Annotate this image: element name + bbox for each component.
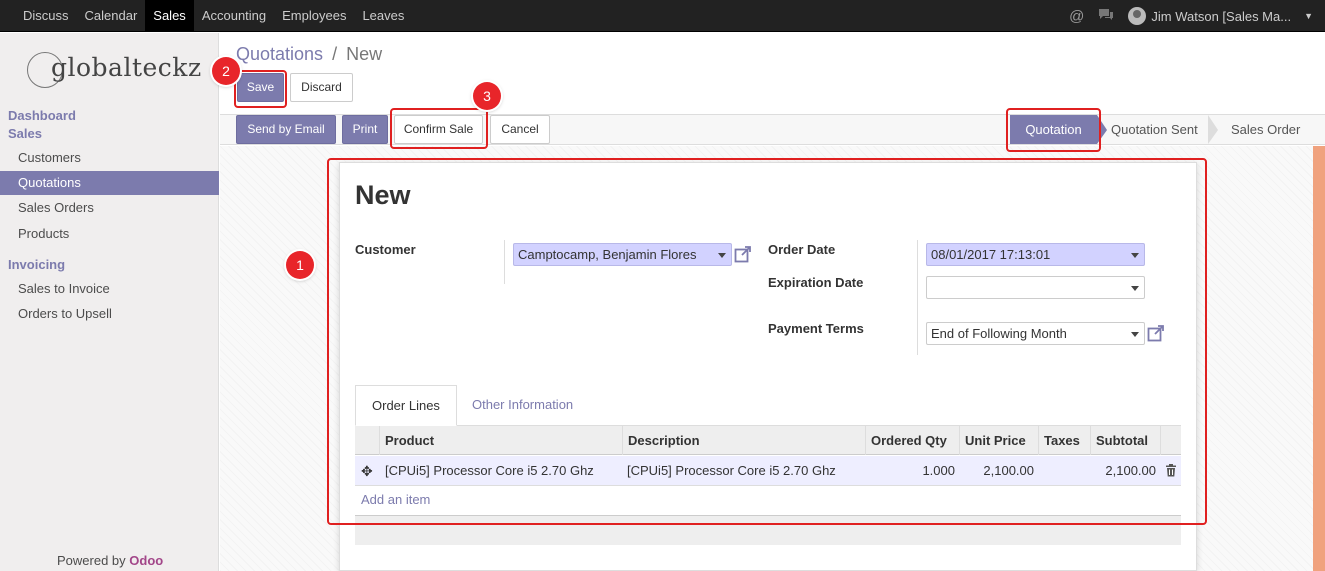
customer-value: Camptocamp, Benjamin Flores xyxy=(518,247,697,262)
sidebar-section-invoicing: Invoicing xyxy=(8,257,66,272)
user-menu[interactable]: Jim Watson [Sales Ma... ▼ xyxy=(1128,7,1313,25)
row-subtotal[interactable]: 2,100.00 xyxy=(1090,456,1156,486)
tab-other-information[interactable]: Other Information xyxy=(456,385,589,426)
breadcrumb: Quotations / New xyxy=(236,44,383,64)
sidebar: globalteckz Dashboard Sales Customers Qu… xyxy=(0,33,219,571)
annotation-badge-1: 1 xyxy=(286,251,314,279)
dropdown-caret-icon xyxy=(1131,253,1139,258)
payment-terms-label: Payment Terms xyxy=(768,321,864,336)
company-logo: globalteckz xyxy=(27,50,201,90)
confirm-sale-button[interactable]: Confirm Sale xyxy=(394,115,483,144)
cancel-button[interactable]: Cancel xyxy=(490,115,550,144)
order-date-value: 08/01/2017 17:13:01 xyxy=(931,247,1051,262)
col-unit-price[interactable]: Unit Price xyxy=(959,426,1038,455)
sidebar-item-quotations[interactable]: Quotations xyxy=(0,171,219,195)
order-date-label: Order Date xyxy=(768,242,836,257)
payment-terms-field[interactable]: End of Following Month xyxy=(926,322,1145,345)
annotation-badge-2: 2 xyxy=(212,57,240,85)
col-taxes[interactable]: Taxes xyxy=(1038,426,1090,455)
sidebar-item-products[interactable]: Products xyxy=(0,222,219,246)
stage-quotation-sent[interactable]: Quotation Sent xyxy=(1111,115,1211,144)
discard-button[interactable]: Discard xyxy=(290,73,353,102)
send-by-email-button[interactable]: Send by Email xyxy=(236,115,336,144)
menu-discuss[interactable]: Discuss xyxy=(15,0,77,32)
sidebar-item-customers[interactable]: Customers xyxy=(0,146,219,170)
scrollbar[interactable] xyxy=(1313,146,1325,571)
sidebar-item-sales-to-invoice[interactable]: Sales to Invoice xyxy=(0,277,219,301)
col-description[interactable]: Description xyxy=(622,426,865,455)
dropdown-caret-icon xyxy=(1131,332,1139,337)
row-product[interactable]: [CPUi5] Processor Core i5 2.70 Ghz xyxy=(385,456,594,486)
breadcrumb-quotations[interactable]: Quotations xyxy=(236,44,323,64)
at-mention-icon[interactable]: @ xyxy=(1069,8,1084,25)
menu-calendar[interactable]: Calendar xyxy=(77,0,146,32)
sidebar-section-sales: Sales xyxy=(8,126,42,141)
row-qty[interactable]: 1.000 xyxy=(865,456,955,486)
sidebar-item-sales-orders[interactable]: Sales Orders xyxy=(0,196,219,220)
powered-by: Powered by Odoo xyxy=(57,553,164,568)
menu-employees[interactable]: Employees xyxy=(274,0,354,32)
chat-icon[interactable] xyxy=(1098,8,1114,25)
stage-arrow xyxy=(1097,115,1107,144)
row-description[interactable]: [CPUi5] Processor Core i5 2.70 Ghz xyxy=(627,456,836,486)
row-taxes[interactable] xyxy=(1038,456,1088,486)
stage-sales-order[interactable]: Sales Order xyxy=(1231,115,1311,144)
customer-label: Customer xyxy=(355,242,416,257)
col-ordered-qty[interactable]: Ordered Qty xyxy=(865,426,959,455)
annotation-badge-3: 3 xyxy=(473,82,501,110)
sidebar-item-orders-to-upsell[interactable]: Orders to Upsell xyxy=(0,302,219,326)
user-name: Jim Watson [Sales Ma... xyxy=(1151,8,1292,24)
menu-leaves[interactable]: Leaves xyxy=(354,0,412,32)
order-date-field[interactable]: 08/01/2017 17:13:01 xyxy=(926,243,1145,266)
breadcrumb-current: New xyxy=(346,44,383,64)
odoo-link[interactable]: Odoo xyxy=(129,553,163,568)
col-product[interactable]: Product xyxy=(379,426,622,455)
customer-field[interactable]: Camptocamp, Benjamin Flores xyxy=(513,243,732,266)
row-unit-price[interactable]: 2,100.00 xyxy=(959,456,1034,486)
form-sheet xyxy=(339,162,1197,571)
external-link-icon[interactable] xyxy=(1147,324,1165,342)
avatar xyxy=(1128,7,1147,25)
stage-arrow xyxy=(1208,115,1218,144)
logo-text: globalteckz xyxy=(51,53,202,82)
page-title: New xyxy=(355,180,411,210)
print-button[interactable]: Print xyxy=(342,115,388,144)
menu-sales[interactable]: Sales xyxy=(145,0,194,32)
save-button[interactable]: Save xyxy=(237,73,284,102)
top-navbar: Discuss Calendar Sales Accounting Employ… xyxy=(0,0,1325,32)
external-link-icon[interactable] xyxy=(734,245,752,263)
expiration-date-label: Expiration Date xyxy=(768,275,864,290)
dropdown-caret-icon xyxy=(718,253,726,258)
col-subtotal[interactable]: Subtotal xyxy=(1090,426,1160,455)
drag-handle-icon[interactable]: ✥ xyxy=(361,456,373,486)
caret-down-icon: ▼ xyxy=(1304,11,1313,21)
tab-order-lines[interactable]: Order Lines xyxy=(355,385,457,426)
expiration-date-field[interactable] xyxy=(926,276,1145,299)
table-footer xyxy=(355,515,1181,545)
app-menu: Discuss Calendar Sales Accounting Employ… xyxy=(15,0,412,32)
dropdown-caret-icon xyxy=(1131,286,1139,291)
menu-accounting[interactable]: Accounting xyxy=(194,0,274,32)
sidebar-section-dashboard[interactable]: Dashboard xyxy=(8,108,76,123)
stage-quotation[interactable]: Quotation xyxy=(1010,115,1097,144)
payment-terms-value: End of Following Month xyxy=(931,326,1067,341)
trash-icon[interactable] xyxy=(1165,464,1177,477)
add-item-link[interactable]: Add an item xyxy=(361,492,430,507)
